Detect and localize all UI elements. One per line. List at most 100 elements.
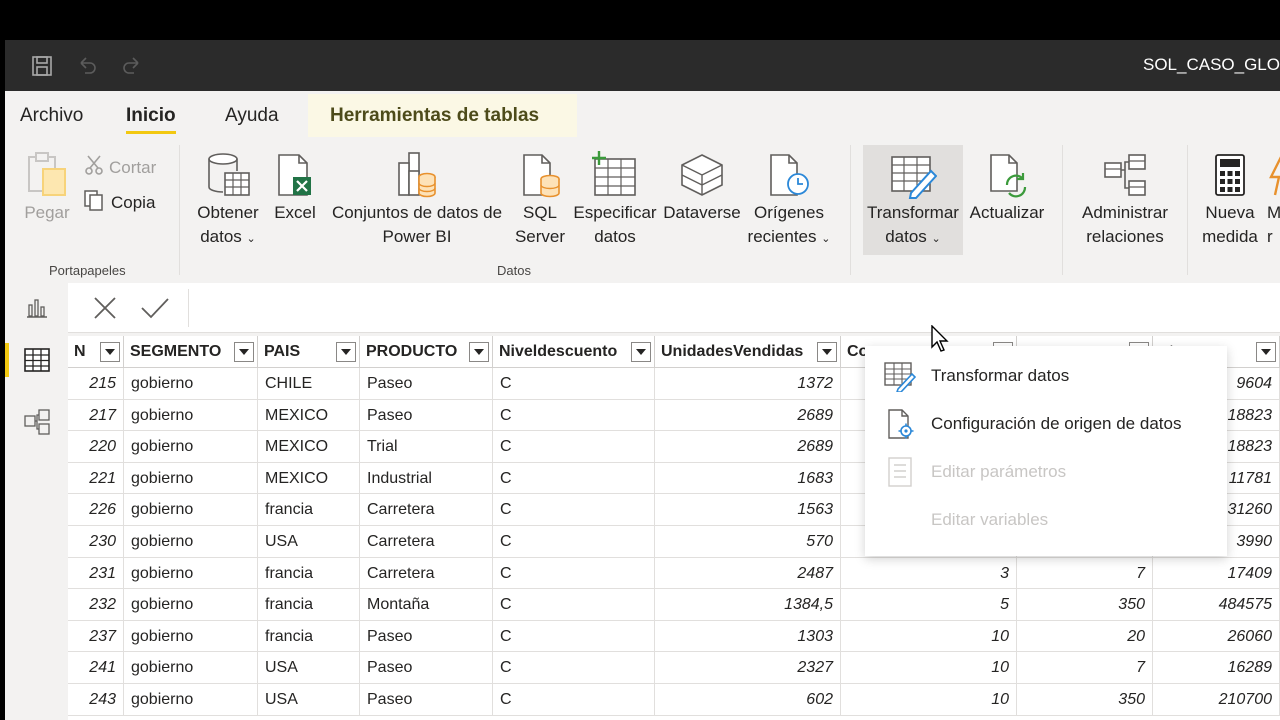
table-cell[interactable]: C	[493, 652, 655, 684]
filter-dropdown-icon[interactable]	[1256, 342, 1276, 362]
table-cell[interactable]: 220	[68, 431, 124, 463]
commit-formula-icon[interactable]	[140, 295, 170, 326]
table-cell[interactable]: 1563	[655, 494, 841, 526]
report-view-button[interactable]	[5, 283, 68, 333]
table-cell[interactable]: 570	[655, 526, 841, 558]
table-cell[interactable]: 16289	[1153, 652, 1280, 684]
table-cell[interactable]: 232	[68, 589, 124, 621]
column-header[interactable]: Niveldescuento	[493, 336, 655, 368]
table-cell[interactable]: 20	[1017, 620, 1153, 653]
table-cell[interactable]: USA	[258, 526, 360, 558]
quick-measure-button[interactable]: M r	[1267, 147, 1280, 249]
table-cell[interactable]: 1683	[655, 462, 841, 495]
cut-button[interactable]: Cortar	[85, 155, 156, 180]
table-cell[interactable]: 226	[68, 494, 124, 526]
table-cell[interactable]: USA	[258, 684, 360, 716]
table-cell[interactable]: 26060	[1153, 620, 1280, 653]
formula-input[interactable]	[190, 285, 1280, 331]
new-measure-button[interactable]: Nueva medida	[1197, 147, 1263, 249]
filter-dropdown-icon[interactable]	[336, 342, 356, 362]
column-header[interactable]: UnidadesVendidas	[655, 336, 841, 368]
table-cell[interactable]: MEXICO	[258, 431, 360, 463]
table-cell[interactable]: gobierno	[124, 620, 258, 653]
table-cell[interactable]: 243	[68, 684, 124, 716]
table-cell[interactable]: 217	[68, 399, 124, 432]
table-cell[interactable]: 10	[841, 684, 1017, 716]
table-cell[interactable]: 7	[1017, 557, 1153, 590]
data-view-button[interactable]	[5, 335, 68, 385]
enter-data-button[interactable]: Especificar datos	[573, 147, 657, 249]
table-cell[interactable]: gobierno	[124, 652, 258, 684]
table-cell[interactable]: Paseo	[360, 684, 493, 716]
table-cell[interactable]: 237	[68, 620, 124, 653]
tab-inicio[interactable]: Inicio	[126, 105, 176, 134]
table-cell[interactable]: C	[493, 494, 655, 526]
filter-dropdown-icon[interactable]	[631, 342, 651, 362]
transform-data-button[interactable]: Transformar datos ⌄	[863, 145, 963, 255]
table-cell[interactable]: gobierno	[124, 368, 258, 400]
tab-archivo[interactable]: Archivo	[20, 105, 83, 127]
table-cell[interactable]: 210700	[1153, 684, 1280, 716]
filter-dropdown-icon[interactable]	[469, 342, 489, 362]
table-cell[interactable]: MEXICO	[258, 462, 360, 495]
filter-dropdown-icon[interactable]	[100, 342, 120, 362]
table-cell[interactable]: 221	[68, 462, 124, 495]
table-cell[interactable]: 231	[68, 557, 124, 590]
table-cell[interactable]: francia	[258, 620, 360, 653]
table-cell[interactable]: 2689	[655, 431, 841, 463]
undo-icon[interactable]	[75, 54, 99, 78]
table-cell[interactable]: 2487	[655, 557, 841, 590]
table-cell[interactable]: 5	[841, 589, 1017, 621]
table-cell[interactable]: gobierno	[124, 494, 258, 526]
table-cell[interactable]: gobierno	[124, 557, 258, 590]
table-cell[interactable]: 230	[68, 526, 124, 558]
table-cell[interactable]: MEXICO	[258, 399, 360, 432]
recent-sources-button[interactable]: Orígenes recientes ⌄	[746, 147, 832, 251]
table-cell[interactable]: C	[493, 557, 655, 590]
table-cell[interactable]: 484575	[1153, 589, 1280, 621]
filter-dropdown-icon[interactable]	[817, 342, 837, 362]
table-cell[interactable]: Paseo	[360, 399, 493, 432]
table-cell[interactable]: 215	[68, 368, 124, 400]
table-cell[interactable]: 350	[1017, 589, 1153, 621]
paste-button[interactable]: Pegar	[22, 147, 72, 225]
save-icon[interactable]	[30, 54, 54, 78]
table-cell[interactable]: gobierno	[124, 399, 258, 432]
table-cell[interactable]: Paseo	[360, 368, 493, 400]
table-cell[interactable]: 2327	[655, 652, 841, 684]
tab-herramientas-de-tablas[interactable]: Herramientas de tablas	[308, 94, 577, 137]
cancel-formula-icon[interactable]	[92, 295, 118, 326]
table-cell[interactable]: gobierno	[124, 462, 258, 495]
table-cell[interactable]: gobierno	[124, 684, 258, 716]
table-cell[interactable]: gobierno	[124, 526, 258, 558]
table-cell[interactable]: C	[493, 368, 655, 400]
table-cell[interactable]: Trial	[360, 431, 493, 463]
table-cell[interactable]: C	[493, 431, 655, 463]
redo-icon[interactable]	[120, 54, 144, 78]
table-cell[interactable]: Paseo	[360, 652, 493, 684]
column-header[interactable]: N	[68, 336, 124, 368]
table-cell[interactable]: CHILE	[258, 368, 360, 400]
table-cell[interactable]: francia	[258, 557, 360, 590]
menu-item-editar-parametros[interactable]: Editar parámetros	[865, 448, 1227, 496]
table-cell[interactable]: USA	[258, 652, 360, 684]
excel-button[interactable]: Excel	[272, 147, 318, 225]
table-cell[interactable]: 7	[1017, 652, 1153, 684]
table-cell[interactable]: francia	[258, 494, 360, 526]
menu-item-editar-variables[interactable]: Editar variables	[865, 496, 1227, 544]
table-cell[interactable]: 3	[841, 557, 1017, 590]
table-cell[interactable]: C	[493, 526, 655, 558]
table-cell[interactable]: 17409	[1153, 557, 1280, 590]
table-cell[interactable]: 10	[841, 652, 1017, 684]
table-cell[interactable]: 10	[841, 620, 1017, 653]
model-view-button[interactable]	[5, 397, 68, 447]
table-cell[interactable]: Paseo	[360, 620, 493, 653]
table-cell[interactable]: gobierno	[124, 589, 258, 621]
table-cell[interactable]: Industrial	[360, 462, 493, 495]
power-bi-datasets-button[interactable]: Conjuntos de datos de Power BI	[326, 147, 508, 249]
table-cell[interactable]: 350	[1017, 684, 1153, 716]
column-header[interactable]: PAIS	[258, 336, 360, 368]
get-data-button[interactable]: Obtener datos ⌄	[193, 147, 263, 251]
table-cell[interactable]: C	[493, 399, 655, 432]
menu-item-configuracion-origen[interactable]: Configuración de origen de datos	[865, 400, 1227, 448]
